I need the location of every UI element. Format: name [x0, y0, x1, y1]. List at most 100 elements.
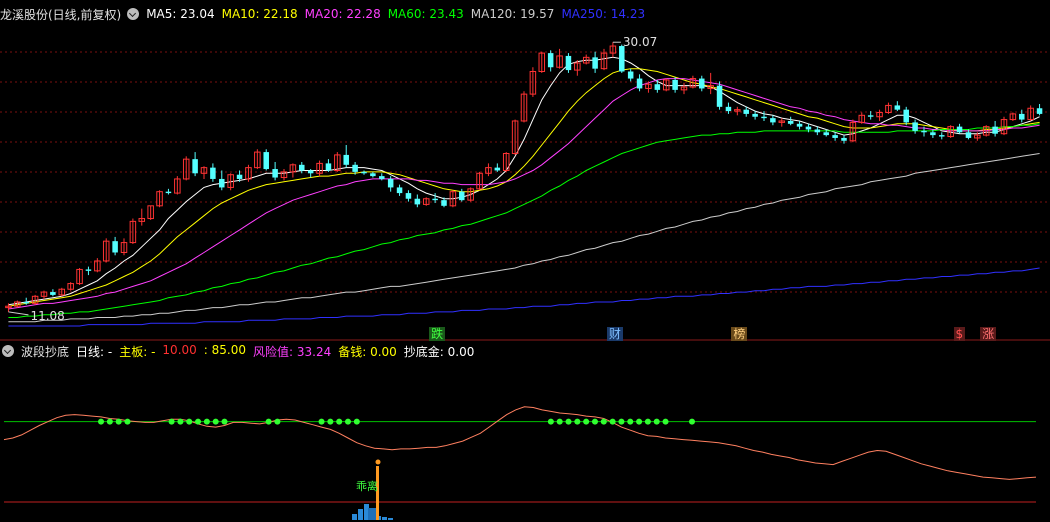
signal-dot [591, 418, 598, 425]
candle-body [930, 132, 936, 136]
signal-dot [168, 418, 175, 425]
candle-body [414, 198, 421, 205]
signal-bar [382, 517, 387, 520]
candle-body [547, 53, 554, 68]
chart-canvas[interactable]: 30.07 11.08 乖离 [0, 0, 1050, 522]
candle-body [236, 174, 243, 179]
signal-peak-dot [375, 459, 381, 465]
candle-body [263, 152, 269, 170]
candle-body [165, 191, 172, 194]
signal-dot [609, 418, 616, 425]
signal-dot [583, 418, 590, 425]
candle-body [796, 123, 803, 127]
candle-body [619, 46, 625, 72]
signal-dot [644, 418, 651, 425]
signal-dot [547, 418, 554, 425]
signal-bar [368, 508, 376, 520]
low-price-label: 11.08 [30, 309, 64, 323]
risk-line [3, 406, 1037, 480]
candle-body [219, 178, 225, 188]
ma-line-ma60 [8, 123, 1040, 318]
candle-body [805, 126, 812, 130]
candle-body [956, 126, 963, 133]
candle-body [459, 191, 465, 201]
candle-body [85, 269, 92, 271]
event-tag[interactable]: 跌 [429, 327, 446, 341]
candle-body [325, 163, 332, 171]
candle-body [823, 132, 829, 136]
event-tag[interactable]: 财 [606, 327, 623, 341]
candle-body [352, 164, 358, 172]
candle-body [912, 122, 918, 131]
candle-body [699, 78, 705, 89]
signal-dot [221, 418, 228, 425]
signal-dot [318, 418, 325, 425]
candle-body [112, 241, 118, 253]
candle-body [965, 132, 972, 138]
signal-dot [618, 418, 625, 425]
candle-body [272, 169, 278, 178]
candle-body [770, 118, 776, 123]
candle-body [405, 193, 412, 199]
candle-body [903, 109, 909, 123]
candle-body [441, 200, 447, 206]
candle-body [387, 178, 394, 188]
event-tag[interactable]: 涨 [980, 327, 997, 341]
candle-body [921, 130, 927, 133]
candle-body [494, 167, 501, 171]
candle-body [307, 170, 314, 174]
candle-body [636, 78, 643, 89]
candle-body [1019, 113, 1025, 120]
candle-body [761, 116, 767, 119]
event-tag[interactable]: 榜 [731, 327, 748, 341]
candle-body [396, 187, 403, 194]
signal-bar [376, 466, 379, 520]
signal-dot [265, 418, 272, 425]
signal-dot [353, 418, 360, 425]
signal-dot [565, 418, 572, 425]
signal-dot [274, 418, 281, 425]
signal-bar [352, 514, 357, 520]
signal-bar [358, 509, 363, 520]
candle-body [814, 129, 821, 133]
candle-body [832, 135, 838, 138]
candle-body [672, 79, 678, 90]
signal-dot [689, 418, 695, 425]
signal-dot [203, 418, 210, 425]
low-marker [8, 311, 29, 316]
candle-body [361, 171, 367, 174]
signal-dot [115, 418, 122, 425]
candle-body [627, 71, 634, 79]
candle-body [725, 106, 732, 112]
candle-body [370, 173, 376, 177]
signal-dot [177, 418, 184, 425]
signal-dot [195, 418, 202, 425]
candle-body [654, 84, 661, 90]
signal-dot [186, 418, 193, 425]
candle-body [565, 55, 572, 71]
candle-body [894, 105, 901, 110]
signal-dot [600, 418, 607, 425]
candle-body [592, 57, 598, 69]
candle-body [867, 115, 874, 117]
signal-dot [327, 418, 334, 425]
candle-body [752, 113, 758, 117]
candle-body [343, 154, 349, 165]
signal-dot [636, 418, 643, 425]
signal-dot [106, 418, 113, 425]
ma-line-ma250 [8, 267, 1040, 327]
candle-body [716, 85, 723, 107]
candle-body [192, 159, 198, 174]
signal-dot [574, 418, 581, 425]
signal-dot [556, 418, 563, 425]
candle-body [787, 120, 794, 124]
signal-dot [662, 418, 669, 425]
signal-dot [336, 418, 343, 425]
candle-body [939, 135, 945, 137]
signal-dot [653, 418, 660, 425]
signal-dot [98, 418, 105, 425]
candle-body [379, 176, 385, 179]
ma-line-ma120 [8, 153, 1040, 323]
candle-body [210, 167, 216, 179]
event-tag[interactable]: $ [953, 327, 966, 341]
